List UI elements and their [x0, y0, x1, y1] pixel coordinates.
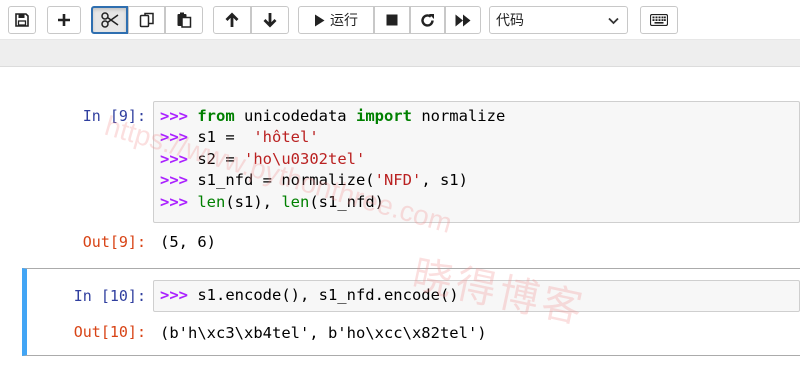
code-token: unicodedata — [234, 107, 356, 125]
input-prompt: In [9]: — [82, 107, 146, 125]
code-token: s1.encode(), s1_nfd.encode() — [197, 286, 459, 304]
code-editor[interactable]: >>> from unicodedata import normalize >>>… — [160, 106, 505, 213]
interrupt-button[interactable] — [374, 6, 410, 34]
cell-output: (b'h\xc3\xb4tel', b'ho\xcc\x82tel') — [160, 324, 487, 342]
code-token: 'NFD' — [374, 171, 422, 190]
paste-button[interactable] — [165, 6, 203, 34]
cell-type-select[interactable]: 代码 — [489, 6, 628, 34]
code-editor[interactable]: >>> s1.encode(), s1_nfd.encode() — [160, 285, 459, 306]
restart-run-all-button[interactable] — [445, 6, 481, 34]
restart-button[interactable] — [410, 6, 445, 34]
notebook-container: In [9]: >>> from unicodedata import norm… — [0, 66, 800, 384]
code-token: from — [197, 107, 235, 125]
cell-output: (5, 6) — [160, 233, 216, 251]
code-line: >>> s1 = 'hôtel' — [160, 127, 505, 148]
code-token: 'hôtel' — [244, 128, 319, 147]
insert-cell-button[interactable] — [47, 6, 81, 34]
code-token: >>> — [160, 192, 198, 211]
code-token: >>> — [160, 128, 198, 147]
chevron-down-icon — [608, 17, 619, 25]
move-up-button[interactable] — [213, 6, 251, 34]
save-icon — [15, 13, 29, 27]
plus-icon — [58, 14, 70, 26]
code-cell-input[interactable]: >>> from unicodedata import normalize >>>… — [153, 101, 800, 223]
code-token: len — [197, 192, 226, 211]
cut-button[interactable] — [91, 6, 128, 34]
restart-icon — [421, 13, 434, 27]
copy-icon — [139, 12, 154, 28]
code-token: s2 = — [197, 149, 244, 168]
code-token: s1_nfd = normalize( — [197, 171, 375, 190]
code-token: >>> — [160, 171, 198, 190]
run-button[interactable]: 运行 — [298, 6, 374, 34]
command-palette-button[interactable] — [640, 6, 678, 34]
move-down-button[interactable] — [251, 6, 289, 34]
copy-button[interactable] — [128, 6, 165, 34]
input-prompt: In [10]: — [73, 287, 146, 305]
code-token: , s1) — [421, 171, 468, 190]
code-token: len — [281, 192, 310, 211]
code-token: 'ho\u0302tel' — [244, 149, 366, 168]
output-prompt: Out[9]: — [82, 233, 146, 251]
cell-type-value: 代码 — [496, 13, 524, 29]
code-token: (s1_nfd) — [309, 192, 384, 211]
code-cell-input[interactable]: >>> s1.encode(), s1_nfd.encode() — [153, 280, 800, 312]
code-token: >>> — [160, 149, 198, 168]
arrow-down-icon — [263, 13, 277, 28]
code-line: >>> len(s1), len(s1_nfd) — [160, 192, 505, 213]
code-line: >>> s1.encode(), s1_nfd.encode() — [160, 285, 459, 306]
play-icon — [315, 14, 325, 26]
fast-forward-icon — [455, 14, 471, 26]
output-prompt: Out[10]: — [73, 323, 146, 341]
code-token: normalize — [411, 107, 506, 125]
code-token: >>> — [160, 107, 198, 125]
code-token: (s1), — [225, 192, 282, 211]
paste-icon — [177, 12, 192, 28]
code-line: >>> s2 = 'ho\u0302tel' — [160, 149, 505, 170]
code-token: s1 = — [197, 128, 244, 147]
keyboard-icon — [650, 14, 668, 26]
scissors-icon — [100, 12, 118, 28]
run-button-label: 运行 — [330, 13, 358, 29]
notebook-toolbar: 运行 代码 — [0, 0, 800, 40]
code-token: import — [355, 107, 412, 125]
code-line: >>> from unicodedata import normalize — [160, 106, 505, 127]
code-line: >>> s1_nfd = normalize('NFD', s1) — [160, 170, 505, 191]
stop-icon — [386, 14, 398, 26]
code-token: >>> — [160, 286, 198, 304]
save-button[interactable] — [8, 6, 36, 34]
arrow-up-icon — [225, 12, 239, 27]
